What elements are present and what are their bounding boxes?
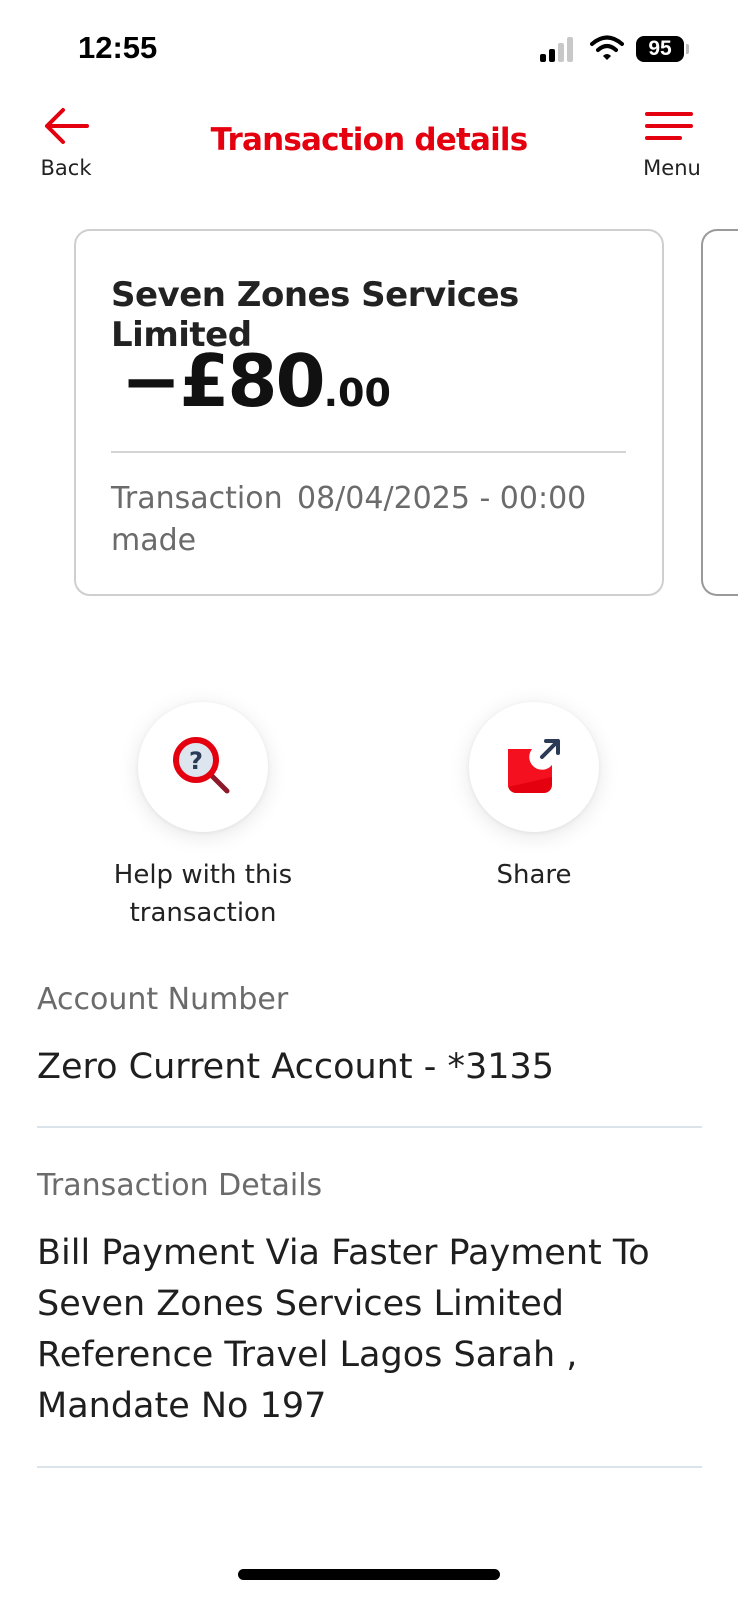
battery-icon: 95 [636, 36, 684, 62]
status-time: 12:55 [78, 30, 158, 65]
menu-button[interactable]: Menu [630, 100, 714, 190]
cellular-signal-icon [540, 36, 576, 62]
help-with-transaction-button[interactable]: ? Help with this transaction [83, 702, 323, 932]
transaction-made-row: Transaction made 08/04/2025 - 00:00 [111, 478, 631, 562]
magnifier-question-icon: ? [173, 737, 230, 794]
account-number-label: Account Number [37, 982, 289, 1017]
share-button[interactable]: Share [414, 702, 654, 894]
hamburger-menu-icon [645, 112, 693, 140]
share-action-circle[interactable] [469, 702, 599, 832]
help-action-circle[interactable]: ? [138, 702, 268, 832]
amount-pence: .00 [323, 371, 391, 415]
page-title: Transaction details [210, 122, 529, 158]
transaction-made-label-line2: made [111, 523, 197, 558]
transaction-made-label-line1: Transaction [111, 481, 283, 516]
transaction-made-value: 08/04/2025 - 00:00 [297, 481, 587, 516]
menu-label: Menu [643, 156, 701, 180]
card-divider [111, 451, 626, 453]
amount-main: −£80 [121, 339, 326, 423]
transaction-card[interactable]: Seven Zones Services Limited −£80.00 Tra… [74, 229, 664, 596]
transaction-amount: −£80.00 [121, 339, 391, 423]
transaction-details-value: Bill Payment Via Faster Payment To Seven… [37, 1233, 650, 1426]
help-label: Help with this transaction [113, 860, 293, 928]
share-out-icon [508, 739, 560, 793]
transaction-details-label: Transaction Details [37, 1168, 323, 1203]
share-label: Share [496, 860, 572, 890]
home-indicator[interactable] [238, 1569, 500, 1580]
divider [37, 1126, 702, 1128]
svg-text:?: ? [189, 747, 203, 775]
account-number-value: Zero Current Account - *3135 [37, 1047, 555, 1087]
battery-tip [686, 44, 689, 54]
wifi-icon [590, 34, 624, 62]
divider [37, 1466, 702, 1468]
transaction-made-label: Transaction made [111, 478, 297, 562]
next-card-peek[interactable] [701, 229, 738, 596]
back-label: Back [40, 156, 92, 180]
transaction-details-screen: 12:55 95 Back Transaction details Menu S… [0, 0, 738, 1600]
